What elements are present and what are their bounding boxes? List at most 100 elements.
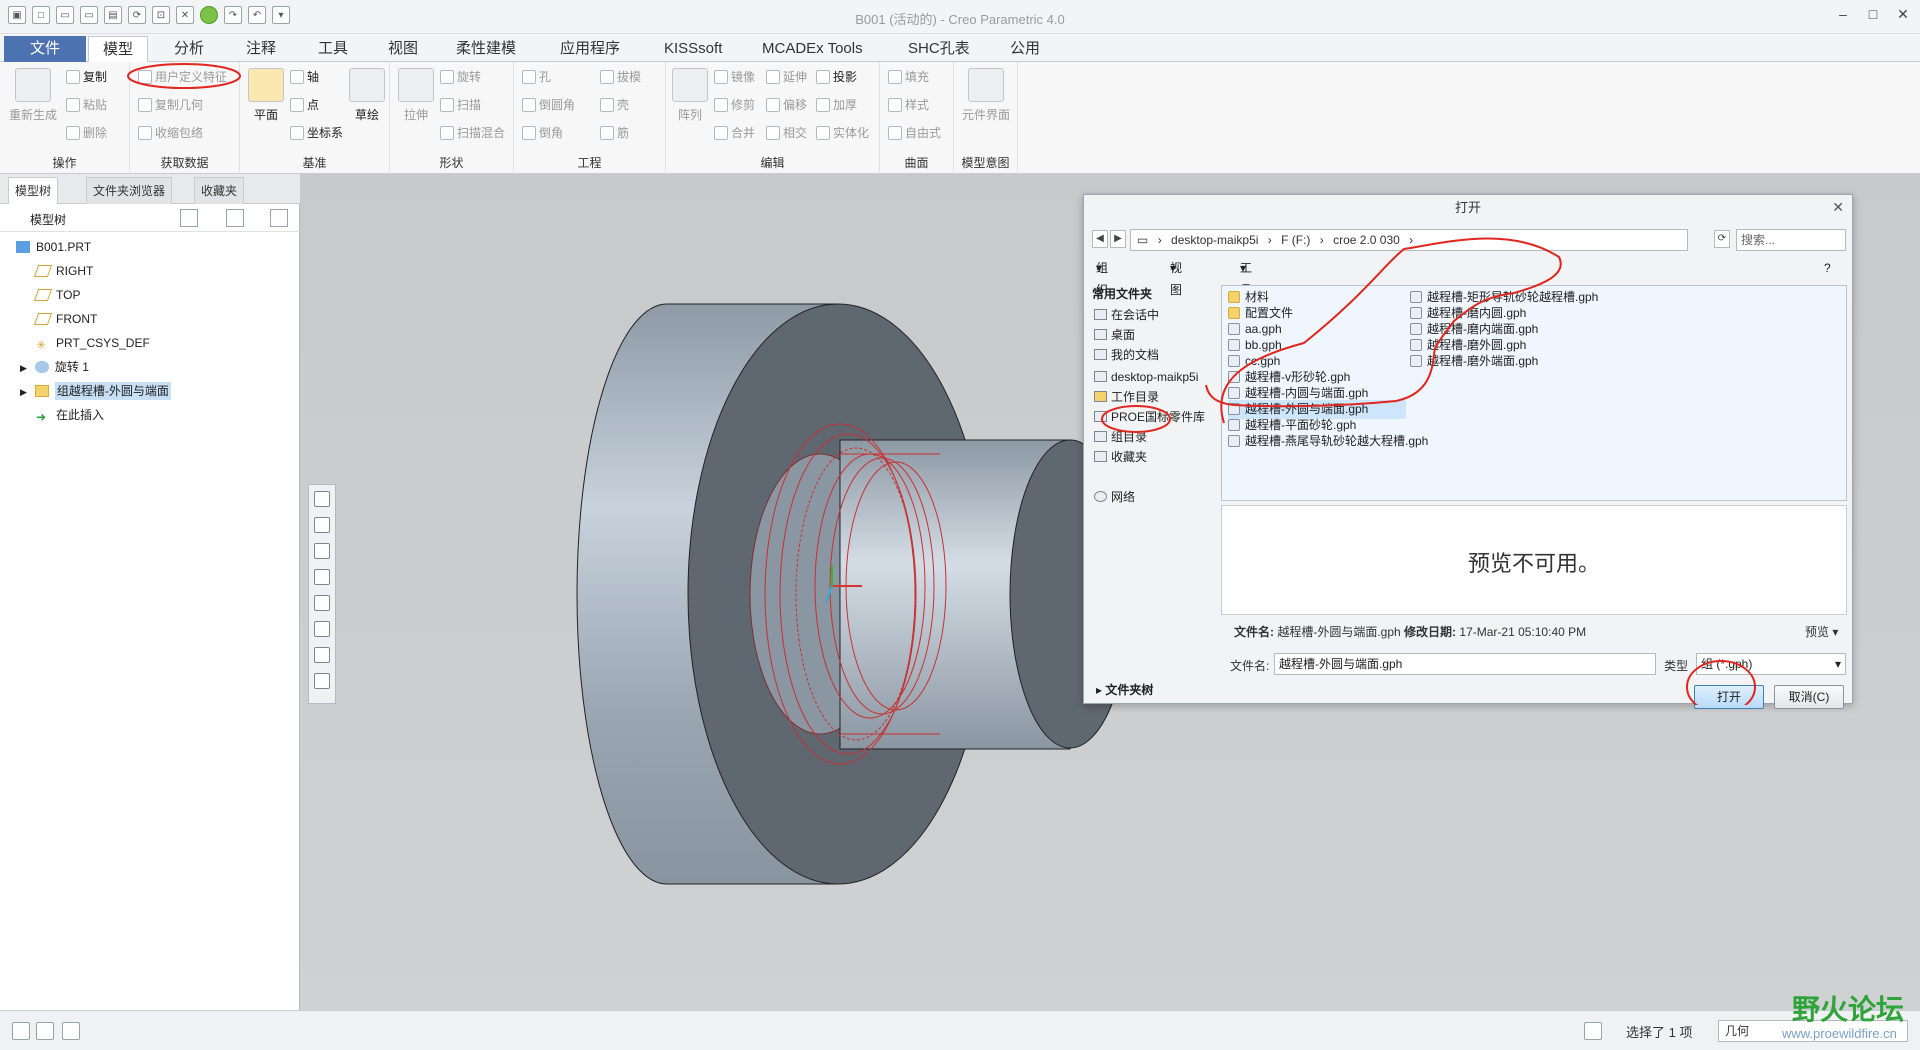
- tab-file[interactable]: 文件: [4, 36, 86, 62]
- group-label-datum[interactable]: 基准: [240, 154, 389, 171]
- sweep-button[interactable]: 扫描: [440, 96, 481, 113]
- plane-button[interactable]: 平面: [244, 68, 288, 123]
- tree-item[interactable]: ✳ PRT_CSYS_DEF: [36, 332, 150, 354]
- forum-watermark: 野火论坛 www.proewildfire.cn: [1712, 984, 1918, 1048]
- tab-tools[interactable]: 工具: [304, 36, 362, 62]
- tab-analysis[interactable]: 分析: [160, 36, 218, 62]
- tree-item[interactable]: ▶ 组越程槽-外圆与端面: [20, 380, 171, 402]
- point-button[interactable]: 点: [290, 96, 319, 113]
- browser-toggle-icon[interactable]: [36, 1022, 54, 1040]
- fullscreen-icon[interactable]: [62, 1022, 80, 1040]
- plane-icon: [248, 68, 284, 102]
- round-button[interactable]: 倒圆角: [522, 96, 575, 113]
- tree-item[interactable]: ▶ 旋转 1: [20, 356, 89, 378]
- tree-columns-icon[interactable]: [226, 209, 244, 227]
- merge-button[interactable]: 合并: [714, 124, 755, 141]
- project-button[interactable]: 投影: [816, 68, 857, 85]
- tree-item-label: RIGHT: [56, 264, 94, 278]
- tab-model[interactable]: 模型: [88, 36, 149, 62]
- sketch-button[interactable]: 草绘: [346, 68, 388, 123]
- tab-folder-browser[interactable]: 文件夹浏览器: [86, 177, 173, 204]
- group-label-engineering[interactable]: 工程: [514, 154, 665, 171]
- datum-display-icon[interactable]: [314, 621, 330, 637]
- maximize-icon[interactable]: □: [1858, 6, 1888, 26]
- mirror-button[interactable]: 镜像: [714, 68, 755, 85]
- tab-kisssoft[interactable]: KISSsoft: [650, 36, 736, 62]
- tree-filter-icon[interactable]: [270, 209, 288, 227]
- swept-blend-button[interactable]: 扫描混合: [440, 124, 505, 141]
- swept-blend-icon: [440, 126, 454, 140]
- group-shape: 拉伸 旋转 扫描 扫描混合 形状: [390, 62, 514, 174]
- open-dialog: 打开 ✕ ◀ ▶ ⟳ ▭ › desktop-maikp5i › F (F:) …: [1083, 194, 1853, 709]
- zoom-icon[interactable]: [314, 491, 330, 507]
- pattern-button[interactable]: 阵列: [670, 68, 710, 123]
- tab-shc-hole-table[interactable]: SHC孔表: [894, 36, 984, 62]
- component-interface-button[interactable]: 元件界面: [956, 68, 1016, 123]
- trim-button[interactable]: 修剪: [714, 96, 755, 113]
- group-label-surfaces[interactable]: 曲面: [880, 154, 953, 171]
- extend-button[interactable]: 延伸: [766, 68, 807, 85]
- freestyle-button[interactable]: 自由式: [888, 124, 941, 141]
- selection-filter-icon[interactable]: [1584, 1022, 1602, 1040]
- navigator-panel: 模型树 文件夹浏览器 收藏夹 模型树 B001.PRT RIGHT TOP FR…: [0, 174, 300, 1010]
- view-manager-icon[interactable]: [314, 595, 330, 611]
- tab-favorites[interactable]: 收藏夹: [194, 177, 245, 204]
- tree-item[interactable]: ➜ 在此插入: [36, 404, 104, 426]
- tree-item[interactable]: RIGHT: [33, 260, 94, 282]
- rib-button[interactable]: 筋: [600, 124, 629, 141]
- paste-button[interactable]: 粘贴: [66, 96, 107, 113]
- tab-view[interactable]: 视图: [374, 36, 432, 62]
- shell-button[interactable]: 壳: [600, 96, 629, 113]
- intersect-label: 相交: [783, 126, 808, 140]
- group-label-model-intent[interactable]: 模型意图: [954, 154, 1017, 171]
- spin-center-icon[interactable]: [314, 673, 330, 689]
- fill-button[interactable]: 填充: [888, 68, 929, 85]
- offset-button[interactable]: 偏移: [766, 96, 807, 113]
- tab-applications[interactable]: 应用程序: [546, 36, 634, 62]
- group-label-shape[interactable]: 形状: [390, 154, 513, 171]
- display-style-icon[interactable]: [314, 543, 330, 559]
- copy-geometry-button[interactable]: 复制几何: [138, 96, 203, 113]
- tree-settings-icon[interactable]: [180, 209, 198, 227]
- tab-flexible-modeling[interactable]: 柔性建模: [442, 36, 530, 62]
- status-bar: 选择了 1 项 几何: [0, 1010, 1920, 1050]
- tab-mcadex-tools[interactable]: MCADEx Tools: [748, 36, 877, 62]
- group-label-operations[interactable]: 操作: [0, 154, 129, 171]
- repaint-icon[interactable]: [314, 517, 330, 533]
- minimize-icon[interactable]: –: [1828, 6, 1858, 26]
- extrude-button[interactable]: 拉伸: [394, 68, 438, 123]
- thicken-button[interactable]: 加厚: [816, 96, 857, 113]
- navigator-toggle-icon[interactable]: [12, 1022, 30, 1040]
- tab-common[interactable]: 公用: [996, 36, 1054, 62]
- csys-icon: [290, 126, 304, 140]
- csys-button[interactable]: 坐标系: [290, 124, 343, 141]
- copy-button[interactable]: 复制: [66, 68, 107, 85]
- group-datum: 平面 轴 点 坐标系 草绘 基准: [240, 62, 390, 174]
- navigator-tabs: 模型树 文件夹浏览器 收藏夹: [0, 174, 300, 204]
- chamfer-button[interactable]: 倒角: [522, 124, 563, 141]
- paste-label: 粘贴: [83, 98, 108, 112]
- solidify-button[interactable]: 实体化: [816, 124, 869, 141]
- intersect-button[interactable]: 相交: [766, 124, 807, 141]
- group-label-editing[interactable]: 编辑: [666, 154, 879, 171]
- group-label-get-data[interactable]: 获取数据: [130, 154, 239, 171]
- tree-item[interactable]: TOP: [33, 284, 80, 306]
- close-icon[interactable]: ✕: [1888, 6, 1918, 26]
- expand-icon[interactable]: ▶: [20, 363, 27, 373]
- draft-button[interactable]: 拔模: [600, 68, 641, 85]
- saved-views-icon[interactable]: [314, 569, 330, 585]
- annotation-display-icon[interactable]: [314, 647, 330, 663]
- hole-button[interactable]: 孔: [522, 68, 551, 85]
- fill-label: 填充: [905, 70, 930, 84]
- delete-button[interactable]: 删除: [66, 124, 107, 141]
- expand-icon[interactable]: ▶: [20, 387, 27, 397]
- revolve-button[interactable]: 旋转: [440, 68, 481, 85]
- axis-button[interactable]: 轴: [290, 68, 319, 85]
- tab-model-tree[interactable]: 模型树: [8, 177, 59, 204]
- style-button[interactable]: 样式: [888, 96, 929, 113]
- shrinkwrap-button[interactable]: 收缩包络: [138, 124, 203, 141]
- tab-annotate[interactable]: 注释: [232, 36, 290, 62]
- tree-item[interactable]: FRONT: [33, 308, 97, 330]
- regenerate-button[interactable]: 重新生成: [8, 68, 58, 123]
- tree-item[interactable]: B001.PRT: [16, 236, 91, 258]
